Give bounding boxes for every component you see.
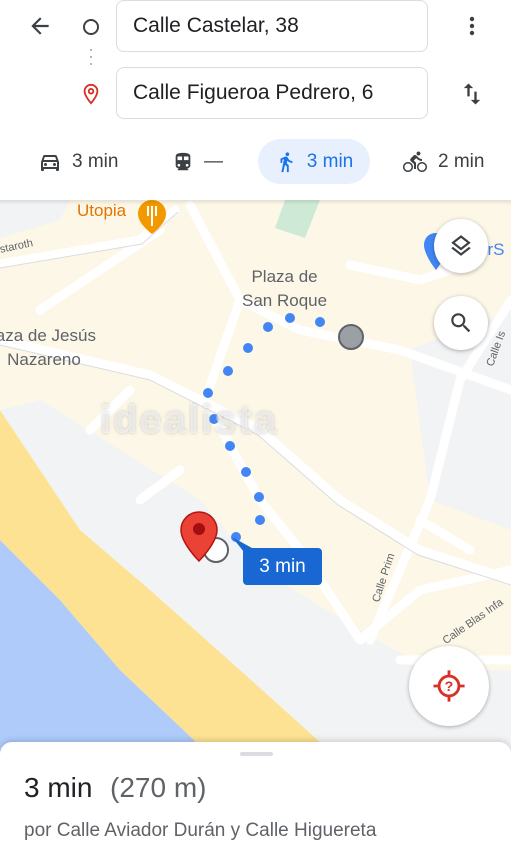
mode-driving[interactable]: 3 min (38, 139, 118, 184)
route-summary-sheet[interactable]: 3 min (270 m) por Calle Aviador Durán y … (0, 742, 511, 852)
walking-icon (280, 151, 293, 172)
layers-icon (451, 235, 471, 256)
origin-input[interactable]: Calle Castelar, 38 (116, 0, 428, 52)
arrow-left-icon (31, 17, 49, 35)
mode-driving-label: 3 min (72, 150, 119, 172)
bicycle-icon (403, 151, 427, 172)
mode-walking[interactable]: 3 min (258, 139, 370, 184)
place-jesus-nazareno-label: laza de Jesús Nazareno (0, 326, 96, 369)
watermark: idealista (100, 398, 279, 442)
map-view[interactable]: Utopia erS Plaza de San Roque laza de Je… (0, 200, 511, 760)
mode-transit[interactable]: — (172, 139, 223, 184)
origin-circle-icon (83, 19, 99, 35)
sheet-drag-handle[interactable] (240, 752, 273, 756)
route-duration-chip[interactable]: 3 min (243, 548, 322, 585)
swap-vertical-icon (463, 83, 481, 105)
layers-button[interactable] (434, 219, 488, 273)
search-map-button[interactable] (434, 296, 488, 350)
route-via: por Calle Aviador Durán y Calle Higueret… (24, 820, 377, 841)
mode-cycling-label: 2 min (438, 150, 485, 172)
route-time: 3 min (24, 772, 93, 803)
back-button[interactable] (22, 8, 58, 44)
directions-panel: Calle Castelar, 38 Calle Figueroa Pedrer… (0, 0, 511, 200)
swap-button[interactable] (454, 76, 490, 112)
svg-text:?: ? (445, 679, 454, 695)
mode-transit-label: — (204, 150, 223, 172)
destination-input[interactable]: Calle Figueroa Pedrero, 6 (116, 67, 428, 119)
train-icon (175, 152, 191, 170)
place-san-roque-label: Plaza de San Roque (242, 267, 328, 310)
mode-walking-label: 3 min (306, 150, 354, 172)
more-options-button[interactable] (456, 8, 488, 44)
car-icon (41, 154, 59, 171)
route-distance: (270 m) (110, 772, 207, 803)
route-connector-dots (90, 49, 92, 65)
location-target-icon: ? (433, 670, 465, 702)
more-vert-icon (469, 16, 475, 36)
location-pin-icon (83, 83, 99, 105)
search-icon (451, 313, 471, 333)
mode-cycling[interactable]: 2 min (402, 139, 484, 184)
recenter-button[interactable]: ? (409, 646, 489, 726)
